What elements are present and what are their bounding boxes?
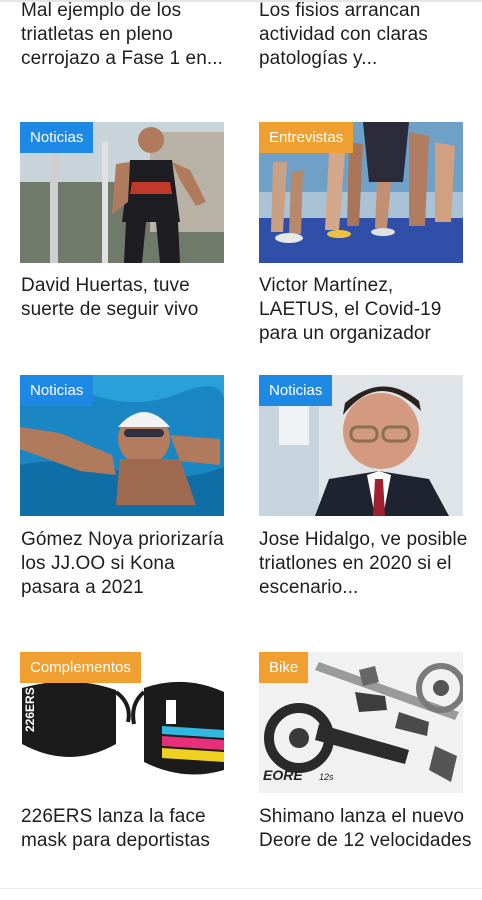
article-title[interactable]: Mal ejemplo de los triatletas en pleno c… — [21, 0, 231, 71]
article-title[interactable]: Gómez Noya priorizaría los JJ.OO si Kona… — [21, 528, 231, 600]
article-title[interactable]: Victor Martínez, LAETUS, el Covid-19 par… — [259, 274, 474, 346]
article-grid: Mal ejemplo de los triatletas en pleno c… — [0, 0, 482, 900]
article-thumbnail[interactable]: Noticias — [20, 375, 224, 516]
deore-speed-text: 12s — [319, 772, 334, 782]
bottom-divider — [0, 888, 482, 889]
article-thumbnail[interactable]: Noticias — [20, 122, 224, 263]
category-badge[interactable]: Noticias — [20, 375, 94, 406]
category-badge[interactable]: Bike — [259, 652, 309, 683]
category-badge[interactable]: Complementos — [20, 652, 141, 683]
category-badge[interactable]: Noticias — [20, 122, 94, 153]
article-thumbnail[interactable]: 226ERS Complementos — [20, 652, 224, 793]
article-thumbnail[interactable]: Noticias — [259, 375, 463, 516]
article-title[interactable]: 226ERS lanza la face mask para deportist… — [21, 805, 231, 853]
article-thumbnail[interactable]: EORE 12s Bike — [259, 652, 463, 793]
article-thumbnail[interactable]: Entrevistas — [259, 122, 463, 263]
article-title[interactable]: Los fisios arrancan actividad con claras… — [259, 0, 469, 71]
category-badge[interactable]: Noticias — [259, 375, 333, 406]
mask-brand-text: 226ERS — [23, 687, 37, 732]
article-title[interactable]: Jose Hidalgo, ve posible triatlones en 2… — [259, 528, 469, 600]
category-badge[interactable]: Entrevistas — [259, 122, 354, 153]
article-title[interactable]: David Huertas, tuve suerte de seguir viv… — [21, 274, 231, 322]
deore-logo-text: EORE — [263, 767, 303, 783]
article-title[interactable]: Shimano lanza el nuevo Deore de 12 veloc… — [259, 805, 474, 853]
